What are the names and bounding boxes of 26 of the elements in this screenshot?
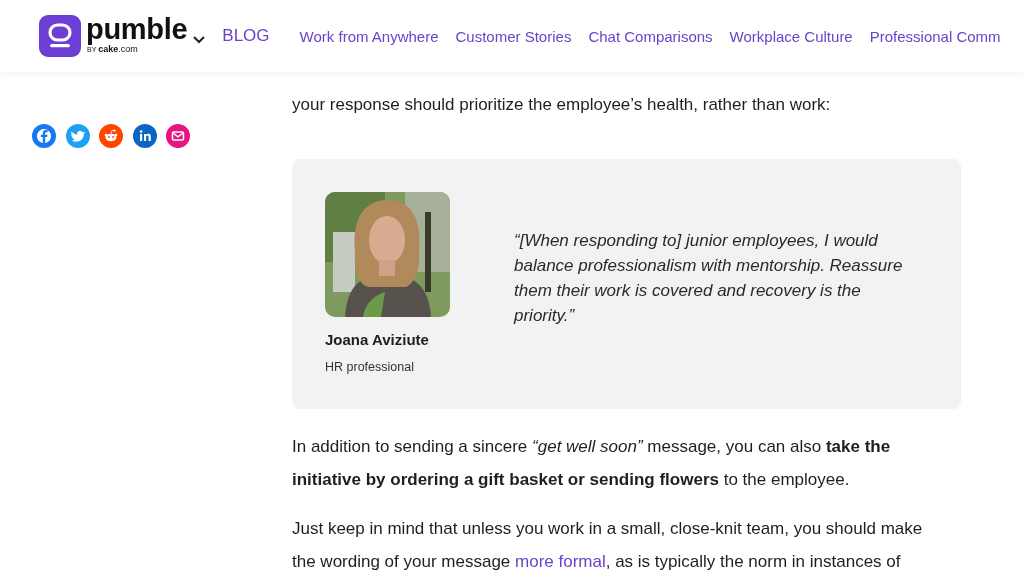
nav-link[interactable]: Work from Anywhere <box>299 27 439 45</box>
share-link[interactable] <box>32 124 56 148</box>
dropdown-button[interactable] <box>192 34 207 44</box>
author-name: Joana Aviziute <box>325 331 430 349</box>
twitter-icon <box>65 124 90 148</box>
reddit-icon <box>99 124 123 148</box>
email-icon <box>166 124 190 148</box>
share-link[interactable] <box>99 124 123 148</box>
text-link[interactable]: more formal <box>515 552 606 571</box>
paragraph: Just keep in mind that unless you work in a small, close-knit team, you should make the wording of your message more formal, as is typically the norm in instances of <box>292 518 924 573</box>
author-role: HR professional <box>325 359 415 375</box>
paragraph: In addition to sending a sincere “get well soon” message, you can also take the initiative by ordering a gift basket or sending flowers to the employee. <box>292 436 892 491</box>
nav-link[interactable]: Professional Comm <box>869 27 1001 45</box>
quote-text: “[When responding to] junior employees, I would balance professionalism with mentorship. Reassure them their work is covered and recovery is the priority.” <box>514 229 904 327</box>
share-link[interactable] <box>132 124 157 148</box>
linkedin-icon <box>132 124 157 148</box>
logo-wordmark[interactable]: pumble <box>86 13 188 44</box>
share-link[interactable] <box>166 124 190 148</box>
facebook-icon <box>32 124 56 148</box>
share-link[interactable] <box>65 124 90 148</box>
logo-icon <box>39 15 81 57</box>
nav-link[interactable]: Chat Comparisons <box>588 27 713 45</box>
nav-link[interactable]: Customer Stories <box>455 27 572 45</box>
nav-link[interactable]: BLOG <box>222 26 270 46</box>
nav-link[interactable]: Workplace Culture <box>729 27 853 45</box>
paragraph: your response should prioritize the employee’s health, rather than work: <box>292 94 832 116</box>
